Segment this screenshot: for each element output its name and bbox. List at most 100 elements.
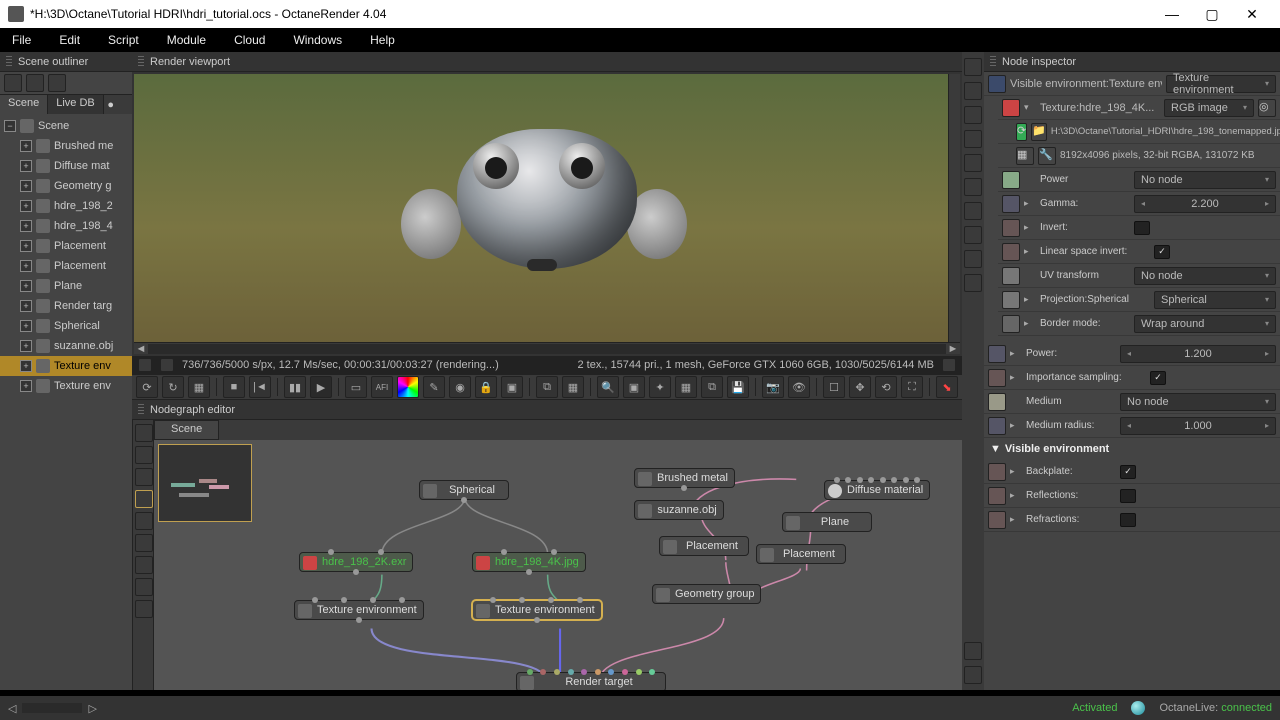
power-field[interactable]: No node▾ xyxy=(1134,171,1276,189)
ng-btn-7[interactable] xyxy=(135,556,153,574)
reflections-checkbox[interactable] xyxy=(1120,489,1136,503)
texture-type-select[interactable]: RGB image▾ xyxy=(1164,99,1254,117)
node-brushed[interactable]: Brushed metal xyxy=(634,468,735,488)
tree-item[interactable]: +Texture env xyxy=(0,376,132,396)
uv-field[interactable]: No node▾ xyxy=(1134,267,1276,285)
tb-grid-icon[interactable]: ▦ xyxy=(675,376,697,398)
medrad-field[interactable]: ◂1.000▸ xyxy=(1120,417,1276,435)
tb-save-icon[interactable]: 💾 xyxy=(727,376,749,398)
node-render-target[interactable]: Render target xyxy=(516,672,666,690)
tb-axes-icon[interactable]: ⬊ xyxy=(936,376,958,398)
menu-file[interactable]: File xyxy=(12,33,31,47)
side-layers2-icon[interactable] xyxy=(964,202,982,220)
viewport-vscroll[interactable] xyxy=(948,74,960,354)
side-clock-icon[interactable] xyxy=(964,250,982,268)
outliner-btn-2[interactable] xyxy=(26,74,44,92)
proj-field[interactable]: Spherical▾ xyxy=(1154,291,1276,309)
breadcrumb-select[interactable]: Texture environment▾ xyxy=(1166,75,1276,93)
texture-target-icon[interactable]: ◎ xyxy=(1258,99,1276,117)
node-placement-2[interactable]: Placement xyxy=(756,544,846,564)
nodegraph-tab-scene[interactable]: Scene xyxy=(154,420,219,440)
tb-prev-icon[interactable]: |◄ xyxy=(249,376,271,398)
ng-btn-8[interactable] xyxy=(135,578,153,596)
tree-root[interactable]: − Scene xyxy=(0,116,132,136)
tree-item[interactable]: +Diffuse mat xyxy=(0,156,132,176)
tb-lock-icon[interactable]: 🔒 xyxy=(475,376,497,398)
side-db-icon[interactable] xyxy=(964,226,982,244)
status-btn-1[interactable] xyxy=(138,358,152,372)
nodegraph-minimap[interactable] xyxy=(158,444,252,522)
scroll-right-icon[interactable]: ▷ xyxy=(88,702,96,715)
tree-item[interactable]: +Placement xyxy=(0,256,132,276)
tb-afi-icon[interactable]: AFI xyxy=(371,376,393,398)
tb-fit-icon[interactable]: ▣ xyxy=(623,376,645,398)
tree-item[interactable]: +Placement xyxy=(0,236,132,256)
tb-restart-icon[interactable]: ⟳ xyxy=(136,376,158,398)
status-btn-2[interactable] xyxy=(160,358,174,372)
tb-stop-icon[interactable]: ■ xyxy=(223,376,245,398)
side-eye-icon[interactable] xyxy=(964,82,982,100)
render-viewport[interactable]: ◄► xyxy=(134,74,960,354)
tb-frame-icon[interactable]: ▦ xyxy=(562,376,584,398)
node-spherical[interactable]: Spherical xyxy=(419,480,509,500)
ng-btn-6[interactable] xyxy=(135,534,153,552)
tb-play-icon[interactable]: ▶ xyxy=(310,376,332,398)
menu-edit[interactable]: Edit xyxy=(59,33,80,47)
ng-btn-2[interactable] xyxy=(135,446,153,464)
border-field[interactable]: Wrap around▾ xyxy=(1134,315,1276,333)
imp-checkbox[interactable]: ✓ xyxy=(1150,371,1166,385)
viewport-hscroll[interactable]: ◄► xyxy=(134,342,960,354)
maximize-button[interactable]: ▢ xyxy=(1192,0,1232,28)
side-grid-icon[interactable] xyxy=(964,274,982,292)
outliner-btn-3[interactable] xyxy=(48,74,66,92)
tb-eyedrop-icon[interactable]: ✎ xyxy=(423,376,445,398)
menu-windows[interactable]: Windows xyxy=(293,33,342,47)
tb-zoom-icon[interactable]: 🔍 xyxy=(597,376,619,398)
tree-item[interactable]: +Brushed me xyxy=(0,136,132,156)
close-button[interactable]: ✕ xyxy=(1232,0,1272,28)
tb-box-icon[interactable]: ☐ xyxy=(823,376,845,398)
scroll-left-icon[interactable]: ◁ xyxy=(8,702,16,715)
tree-item[interactable]: +Render targ xyxy=(0,296,132,316)
nodegraph-canvas[interactable]: Spherical hdre_198_2K.exr hdre_198_4K.jp… xyxy=(154,440,962,690)
side-brush-icon[interactable] xyxy=(964,178,982,196)
outliner-btn-1[interactable] xyxy=(4,74,22,92)
node-hdre-4k[interactable]: hdre_198_4K.jpg xyxy=(472,552,586,572)
tree-item[interactable]: +hdre_198_4 xyxy=(0,216,132,236)
tb-eye-icon[interactable]: 👁 xyxy=(788,376,810,398)
menu-help[interactable]: Help xyxy=(370,33,395,47)
tb-move-icon[interactable]: ✥ xyxy=(849,376,871,398)
tree-item[interactable]: +suzanne.obj xyxy=(0,336,132,356)
ng-btn-4[interactable] xyxy=(135,490,153,508)
menu-script[interactable]: Script xyxy=(108,33,139,47)
invert-checkbox[interactable] xyxy=(1134,221,1150,235)
tab-scene[interactable]: Scene xyxy=(0,95,48,114)
tb-pause-icon[interactable]: ▮▮ xyxy=(284,376,306,398)
tb-mat-icon[interactable]: ◉ xyxy=(449,376,471,398)
ng-btn-home-icon[interactable] xyxy=(135,424,153,442)
tab-livedb[interactable]: Live DB xyxy=(48,95,104,114)
node-geometry-group[interactable]: Geometry group xyxy=(652,584,761,604)
tb-display-icon[interactable]: ▭ xyxy=(345,376,367,398)
tb-cube-icon[interactable]: ▦ xyxy=(188,376,210,398)
tb-color-icon[interactable] xyxy=(397,376,419,398)
tb-camera-icon[interactable]: 📷 xyxy=(762,376,784,398)
refractions-checkbox[interactable] xyxy=(1120,513,1136,527)
node-diffuse[interactable]: Diffuse material xyxy=(824,480,930,500)
tree-item[interactable]: +Plane xyxy=(0,276,132,296)
side-img-icon[interactable] xyxy=(964,130,982,148)
outliner-tree[interactable]: − Scene +Brushed me+Diffuse mat+Geometry… xyxy=(0,114,132,690)
menu-module[interactable]: Module xyxy=(167,33,206,47)
tb-rotate-icon[interactable]: ⟲ xyxy=(875,376,897,398)
node-texenv-2[interactable]: Texture environment xyxy=(472,600,602,620)
node-hdre-2k[interactable]: hdre_198_2K.exr xyxy=(299,552,413,572)
power2-field[interactable]: ◂1.200▸ xyxy=(1120,345,1276,363)
side-gear-icon[interactable] xyxy=(964,642,982,660)
status-btn-3[interactable] xyxy=(942,358,956,372)
tb-refresh-icon[interactable]: ↻ xyxy=(162,376,184,398)
reload-icon[interactable]: ⟳ xyxy=(1016,123,1027,141)
ng-btn-5[interactable] xyxy=(135,512,153,530)
visenv-section[interactable]: ▼ Visible environment xyxy=(984,438,1280,460)
node-plane[interactable]: Plane xyxy=(782,512,872,532)
tree-item[interactable]: +hdre_198_2 xyxy=(0,196,132,216)
